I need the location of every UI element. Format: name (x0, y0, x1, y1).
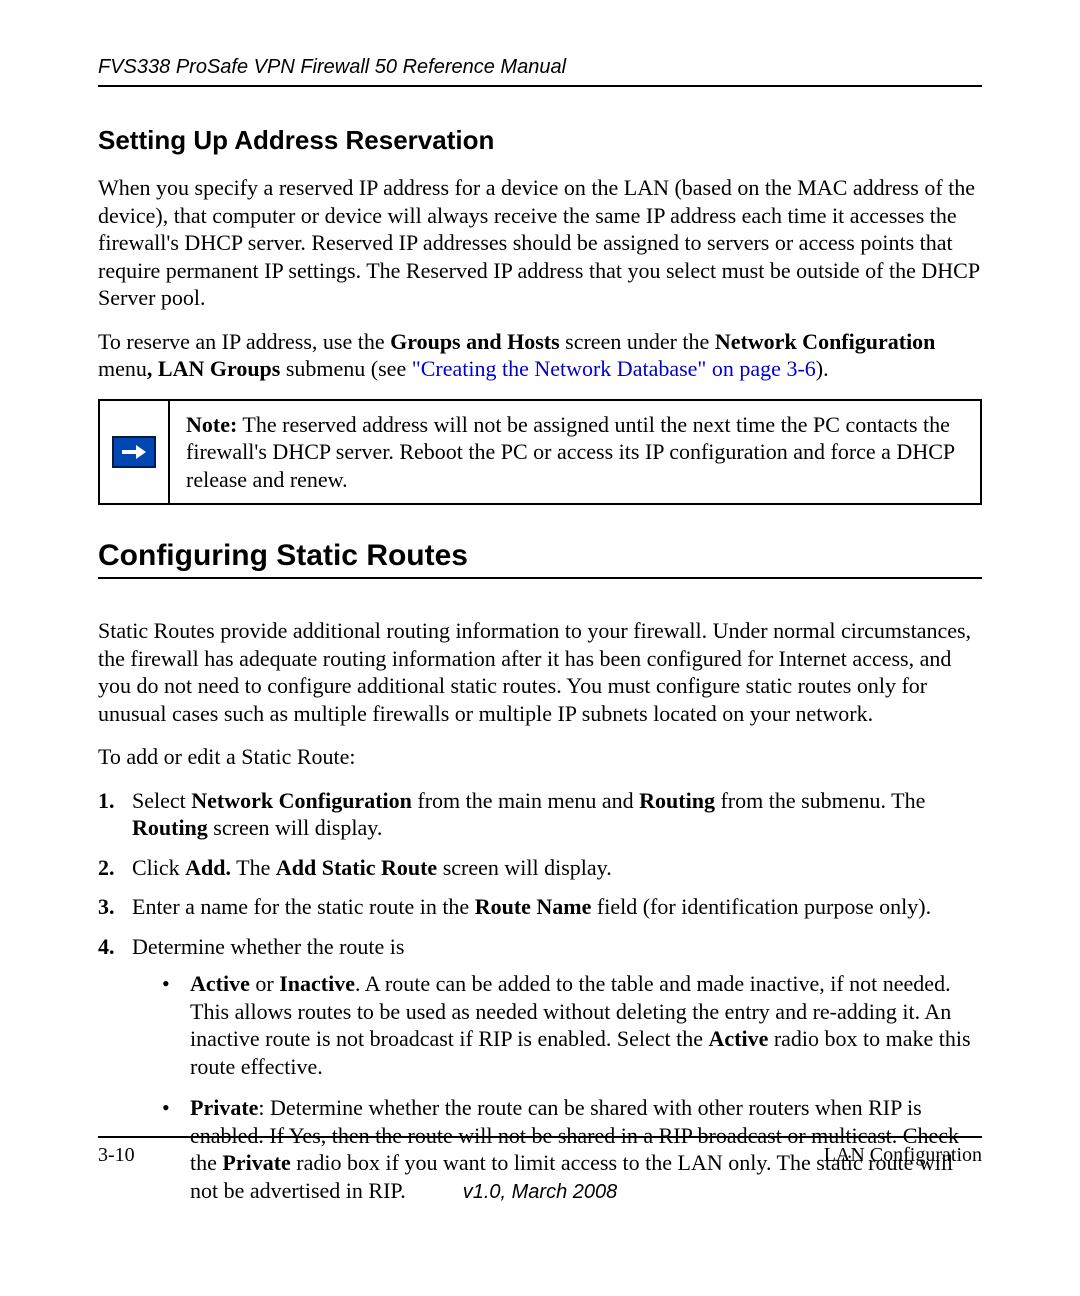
paragraph: Static Routes provide additional routing… (98, 617, 982, 727)
step-item: Click Add. The Add Static Route screen w… (98, 854, 982, 882)
version-label: v1.0, March 2008 (98, 1181, 982, 1204)
text: The (231, 855, 276, 880)
text-bold: , LAN Groups (147, 356, 280, 381)
paragraph: To reserve an IP address, use the Groups… (98, 328, 982, 383)
note-box: Note: The reserved address will not be a… (98, 399, 982, 506)
text-bold: Network Configuration (715, 329, 936, 354)
page: FVS338 ProSafe VPN Firewall 50 Reference… (0, 0, 1080, 1296)
note-arrow-icon (112, 436, 156, 468)
text-bold: Routing (132, 815, 208, 840)
text-bold: Add Static Route (276, 855, 437, 880)
note-label: Note: (186, 412, 237, 437)
text: menu (98, 356, 147, 381)
text: Determine whether the route is (132, 934, 404, 959)
step-item: Select Network Configuration from the ma… (98, 787, 982, 842)
text-bold: Groups and Hosts (390, 329, 560, 354)
text: ). (816, 356, 829, 381)
running-header: FVS338 ProSafe VPN Firewall 50 Reference… (98, 56, 982, 87)
section-title-address-reservation: Setting Up Address Reservation (98, 125, 982, 156)
text: To reserve an IP address, use the (98, 329, 390, 354)
text: submenu (see (280, 356, 411, 381)
step-item: Enter a name for the static route in the… (98, 893, 982, 921)
text: screen will display. (437, 855, 612, 880)
page-number: 3-10 (98, 1144, 135, 1167)
text-bold: Network Configuration (191, 788, 412, 813)
text: from the main menu and (412, 788, 639, 813)
bullet-item: Active or Inactive. A route can be added… (162, 970, 982, 1080)
note-icon-cell (99, 400, 169, 505)
text-bold: Inactive (279, 971, 355, 996)
cross-reference-link[interactable]: "Creating the Network Database" on page … (412, 356, 816, 381)
note-body: The reserved address will not be assigne… (186, 412, 954, 492)
text: Click (132, 855, 185, 880)
text-bold: Active (708, 1026, 768, 1051)
text: field (for identification purpose only). (591, 894, 931, 919)
text: from the submenu. The (715, 788, 925, 813)
text-bold: Private (190, 1095, 258, 1120)
paragraph: To add or edit a Static Route: (98, 743, 982, 771)
text: screen under the (560, 329, 715, 354)
text-bold: Active (190, 971, 250, 996)
text: Enter a name for the static route in the (132, 894, 475, 919)
section-title-static-routes: Configuring Static Routes (98, 539, 982, 579)
paragraph: When you specify a reserved IP address f… (98, 174, 982, 312)
text: or (250, 971, 279, 996)
page-footer: 3-10 LAN Configuration v1.0, March 2008 (98, 1136, 982, 1204)
text-bold: Route Name (475, 894, 592, 919)
text-bold: Routing (639, 788, 715, 813)
text: screen will display. (208, 815, 383, 840)
note-text: Note: The reserved address will not be a… (169, 400, 981, 505)
chapter-name: LAN Configuration (824, 1144, 982, 1167)
text-bold: Add. (185, 855, 231, 880)
text: Select (132, 788, 191, 813)
